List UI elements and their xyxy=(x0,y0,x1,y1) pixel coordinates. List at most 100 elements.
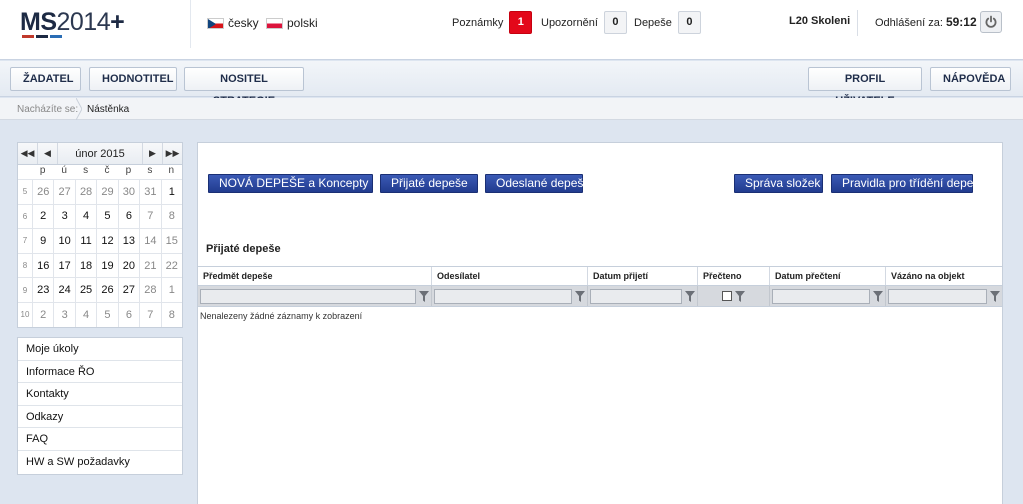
side-menu-item-faq[interactable]: FAQ xyxy=(18,428,182,451)
calendar-week-number: 10 xyxy=(18,301,32,327)
calendar-day[interactable]: 24 xyxy=(53,277,75,302)
calendar-day[interactable]: 17 xyxy=(53,252,75,278)
calendar-day[interactable]: 18 xyxy=(74,252,97,278)
calendar-day[interactable]: 23 xyxy=(32,277,54,302)
column-header-sender[interactable]: Odesílatel xyxy=(432,267,588,285)
calendar-day[interactable]: 8 xyxy=(160,203,182,229)
calendar-day[interactable]: 12 xyxy=(96,228,118,253)
calendar-day[interactable]: 14 xyxy=(139,228,161,253)
filter-input-linked-object[interactable] xyxy=(888,288,987,304)
breadcrumb-current[interactable]: Nástěnka xyxy=(87,104,129,115)
calendar-day[interactable]: 20 xyxy=(117,252,140,278)
polish-flag-icon xyxy=(266,17,283,29)
calendar-day[interactable]: 5 xyxy=(96,301,118,327)
calendar-day[interactable]: 6 xyxy=(117,301,140,327)
column-header-linked-object[interactable]: Vázáno na objekt xyxy=(886,267,1002,285)
filter-input-received-date[interactable] xyxy=(590,288,682,304)
sent-messages-button[interactable]: Odeslané depeše xyxy=(485,174,590,193)
calendar-day[interactable]: 31 xyxy=(139,179,161,204)
received-messages-button[interactable]: Přijaté depeše xyxy=(380,174,478,193)
column-header-received-date[interactable]: Datum přijetí xyxy=(588,267,698,285)
calendar-weekday: s xyxy=(83,165,89,176)
calendar-day[interactable]: 22 xyxy=(160,252,182,278)
calendar-day[interactable]: 1 xyxy=(160,277,182,302)
new-message-button[interactable]: NOVÁ DEPEŠE a Koncepty xyxy=(208,174,373,193)
calendar-day[interactable]: 7 xyxy=(139,203,161,229)
logout-button[interactable] xyxy=(980,11,1002,33)
side-menu-item-hw-sw-requirements[interactable]: HW a SW požadavky xyxy=(18,451,182,474)
calendar-weekday: n xyxy=(168,165,175,176)
calendar-day[interactable]: 15 xyxy=(160,228,182,253)
folder-management-button[interactable]: Správa složek xyxy=(734,174,823,193)
calendar-day[interactable]: 13 xyxy=(117,228,140,253)
calendar-next-icon[interactable]: ▶ xyxy=(142,143,162,164)
language-polish[interactable]: polski xyxy=(266,16,318,30)
filter-icon[interactable] xyxy=(419,290,429,302)
calendar-day[interactable]: 26 xyxy=(32,179,54,204)
nav-button-hodnotitel[interactable]: HODNOTITEL xyxy=(89,67,177,91)
calendar-day[interactable]: 6 xyxy=(117,203,140,229)
filter-input-read-date[interactable] xyxy=(772,288,870,304)
logo-stripe-dark xyxy=(36,35,48,38)
column-header-read[interactable]: Přečteno xyxy=(698,267,770,285)
calendar-day[interactable]: 5 xyxy=(96,203,118,229)
calendar-day[interactable]: 29 xyxy=(96,179,118,204)
filter-icon[interactable] xyxy=(575,290,585,302)
calendar-day[interactable]: 7 xyxy=(139,301,161,327)
calendar-day[interactable]: 19 xyxy=(96,252,118,278)
filter-icon[interactable] xyxy=(685,290,695,302)
calendar-day[interactable]: 3 xyxy=(53,203,75,229)
calendar-day[interactable]: 1 xyxy=(160,179,182,204)
side-menu-item-contacts[interactable]: Kontakty xyxy=(18,383,182,406)
user-name[interactable]: L20 Skoleni xyxy=(789,15,850,27)
calendar-weekday: s xyxy=(147,165,153,176)
column-header-read-date[interactable]: Datum přečtení xyxy=(770,267,886,285)
calendar-day[interactable]: 25 xyxy=(74,277,97,302)
calendar-day[interactable]: 26 xyxy=(96,277,118,302)
calendar-day[interactable]: 2 xyxy=(32,203,54,229)
nav-button-zadatel[interactable]: ŽADATEL xyxy=(10,67,81,91)
calendar-day[interactable]: 11 xyxy=(74,228,97,253)
filter-icon[interactable] xyxy=(735,290,745,302)
calendar-day[interactable]: 21 xyxy=(139,252,161,278)
calendar-prev-icon[interactable]: ◀ xyxy=(38,143,58,164)
ms2014-logo[interactable]: MS2014+ xyxy=(20,8,125,37)
calendar-day[interactable]: 4 xyxy=(74,203,97,229)
calendar-last-icon[interactable]: ▶▶ xyxy=(162,143,182,164)
filter-checkbox-read[interactable] xyxy=(722,291,732,301)
filter-input-subject[interactable] xyxy=(200,288,416,304)
calendar-first-icon[interactable]: ◀◀ xyxy=(18,143,38,164)
nav-button-help[interactable]: NÁPOVĚDA xyxy=(930,67,1011,91)
notes-count-badge[interactable]: 1 xyxy=(509,11,533,34)
language-polish-label: polski xyxy=(287,16,318,30)
language-czech[interactable]: česky xyxy=(207,16,259,30)
nav-button-user-profile[interactable]: PROFIL UŽIVATELE xyxy=(808,67,922,107)
calendar-day[interactable]: 27 xyxy=(117,277,140,302)
filter-icon[interactable] xyxy=(990,290,1000,302)
side-menu-item-links[interactable]: Odkazy xyxy=(18,406,182,429)
filter-cell-read xyxy=(698,286,770,306)
filter-icon[interactable] xyxy=(873,290,883,302)
sorting-rules-button[interactable]: Pravidla pro třídění depeší xyxy=(831,174,983,193)
warnings-count-badge[interactable]: 0 xyxy=(603,11,627,34)
calendar-day[interactable]: 28 xyxy=(139,277,161,302)
logo-stripe-blue xyxy=(50,35,62,38)
calendar-day[interactable]: 27 xyxy=(53,179,75,204)
calendar-day[interactable]: 10 xyxy=(53,228,75,253)
calendar-day[interactable]: 16 xyxy=(32,252,54,278)
calendar-day[interactable]: 28 xyxy=(74,179,97,204)
nav-button-nositel-strategie[interactable]: NOSITEL STRATEGIE xyxy=(184,67,304,107)
calendar-day[interactable]: 9 xyxy=(32,228,54,253)
messages-count-badge[interactable]: 0 xyxy=(677,11,701,34)
filter-input-sender[interactable] xyxy=(434,288,572,304)
column-header-subject[interactable]: Předmět depeše xyxy=(198,267,432,285)
calendar-weekday: p xyxy=(39,165,46,176)
calendar-day[interactable]: 4 xyxy=(74,301,97,327)
side-menu-item-my-tasks[interactable]: Moje úkoly xyxy=(18,338,182,361)
calendar-day[interactable]: 8 xyxy=(160,301,182,327)
calendar-day[interactable]: 2 xyxy=(32,301,54,327)
calendar-day[interactable]: 30 xyxy=(117,179,140,204)
side-menu-item-ro-info[interactable]: Informace ŘO xyxy=(18,361,182,384)
warnings-counter: Upozornění 0 xyxy=(541,11,627,34)
calendar-day[interactable]: 3 xyxy=(53,301,75,327)
